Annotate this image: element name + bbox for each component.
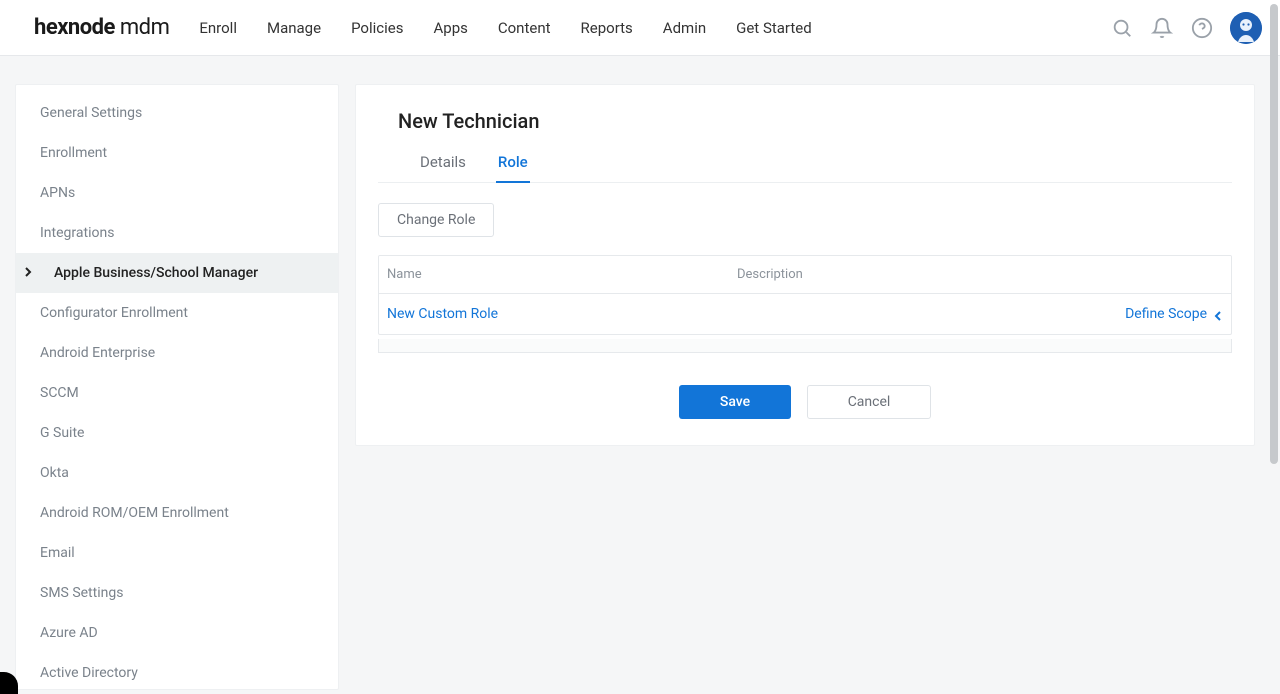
sidebar-item-sms[interactable]: SMS Settings bbox=[16, 573, 338, 613]
sidebar-item-label: Android ROM/OEM Enrollment bbox=[40, 505, 229, 521]
nav-apps[interactable]: Apps bbox=[433, 13, 467, 43]
avatar[interactable] bbox=[1230, 12, 1262, 44]
main-panel: New Technician Details Role Change Role … bbox=[355, 84, 1255, 446]
sidebar-item-integrations[interactable]: Integrations bbox=[16, 213, 338, 253]
nav-manage[interactable]: Manage bbox=[267, 13, 321, 43]
sidebar-item-label: Android Enterprise bbox=[40, 345, 155, 361]
sidebar-item-android-rom[interactable]: Android ROM/OEM Enrollment bbox=[16, 493, 338, 533]
sidebar-item-enrollment[interactable]: Enrollment bbox=[16, 133, 338, 173]
chevron-right-icon bbox=[24, 266, 32, 280]
bell-icon[interactable] bbox=[1150, 16, 1174, 40]
col-header-description: Description bbox=[737, 267, 1103, 282]
scrollbar-thumb[interactable] bbox=[1270, 4, 1278, 464]
sidebar-item-label: Email bbox=[40, 545, 75, 561]
sidebar-item-label: Enrollment bbox=[40, 145, 107, 161]
sidebar-item-label: SMS Settings bbox=[40, 585, 123, 601]
nav-right bbox=[1110, 12, 1262, 44]
row-action[interactable]: Define Scope bbox=[1103, 306, 1223, 322]
sidebar-item-label: Azure AD bbox=[40, 625, 98, 641]
sidebar-item-apple-business[interactable]: Apple Business/School Manager bbox=[16, 253, 338, 293]
table-footer bbox=[378, 339, 1232, 353]
table-header: Name Description bbox=[379, 256, 1231, 294]
tab-details[interactable]: Details bbox=[418, 147, 468, 183]
brand-logo: hexnode mdm bbox=[34, 15, 169, 40]
role-table: Name Description New Custom Role Define … bbox=[378, 255, 1232, 335]
sidebar-item-configurator[interactable]: Configurator Enrollment bbox=[16, 293, 338, 333]
cancel-button[interactable]: Cancel bbox=[807, 385, 931, 419]
sidebar-item-label: Okta bbox=[40, 465, 69, 481]
sidebar-item-label: Integrations bbox=[40, 225, 114, 241]
sidebar-item-label: G Suite bbox=[40, 425, 84, 441]
scrollbar-track[interactable] bbox=[1270, 4, 1278, 686]
help-icon[interactable] bbox=[1190, 16, 1214, 40]
sidebar-item-okta[interactable]: Okta bbox=[16, 453, 338, 493]
sidebar-item-active-directory[interactable]: Active Directory bbox=[16, 653, 338, 690]
form-actions: Save Cancel bbox=[378, 385, 1232, 419]
table-row: New Custom Role Define Scope bbox=[379, 294, 1231, 334]
tabs: Details Role bbox=[378, 147, 1232, 183]
brand-light: mdm bbox=[115, 15, 169, 40]
nav-items: Enroll Manage Policies Apps Content Repo… bbox=[199, 13, 811, 43]
sidebar-item-email[interactable]: Email bbox=[16, 533, 338, 573]
sidebar-item-label: Active Directory bbox=[40, 665, 138, 681]
sidebar-item-gsuite[interactable]: G Suite bbox=[16, 413, 338, 453]
brand-bold: hexnode bbox=[34, 15, 115, 40]
sidebar-item-android-enterprise[interactable]: Android Enterprise bbox=[16, 333, 338, 373]
sidebar-item-azure-ad[interactable]: Azure AD bbox=[16, 613, 338, 653]
tab-role[interactable]: Role bbox=[496, 147, 530, 183]
chevron-left-icon bbox=[1213, 309, 1223, 319]
sidebar-item-label: General Settings bbox=[40, 105, 142, 121]
change-role-button[interactable]: Change Role bbox=[378, 203, 494, 237]
nav-admin[interactable]: Admin bbox=[663, 13, 706, 43]
nav-enroll[interactable]: Enroll bbox=[199, 13, 237, 43]
sidebar-item-sccm[interactable]: SCCM bbox=[16, 373, 338, 413]
save-button[interactable]: Save bbox=[679, 385, 791, 419]
sidebar-item-label: APNs bbox=[40, 185, 75, 201]
nav-reports[interactable]: Reports bbox=[581, 13, 633, 43]
sidebar-item-general-settings[interactable]: General Settings bbox=[16, 93, 338, 133]
sidebar-item-label: Apple Business/School Manager bbox=[54, 265, 258, 281]
nav-content[interactable]: Content bbox=[498, 13, 551, 43]
page-title: New Technician bbox=[398, 109, 1232, 133]
sidebar: General Settings Enrollment APNs Integra… bbox=[15, 84, 339, 690]
sidebar-item-label: SCCM bbox=[40, 385, 79, 401]
sidebar-item-apns[interactable]: APNs bbox=[16, 173, 338, 213]
nav-get-started[interactable]: Get Started bbox=[736, 13, 812, 43]
search-icon[interactable] bbox=[1110, 16, 1134, 40]
sidebar-item-label: Configurator Enrollment bbox=[40, 305, 188, 321]
role-name-link[interactable]: New Custom Role bbox=[387, 306, 737, 322]
nav-policies[interactable]: Policies bbox=[351, 13, 403, 43]
main-wrap: General Settings Enrollment APNs Integra… bbox=[0, 56, 1280, 690]
top-nav: hexnode mdm Enroll Manage Policies Apps … bbox=[0, 0, 1280, 56]
col-header-name: Name bbox=[387, 267, 737, 282]
define-scope-link[interactable]: Define Scope bbox=[1125, 306, 1207, 322]
